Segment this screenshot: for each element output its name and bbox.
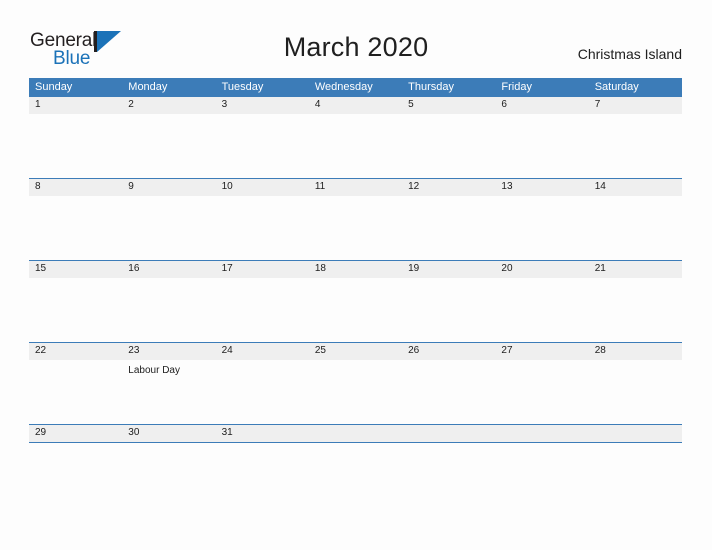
day-cell[interactable]: 24 [215, 342, 309, 425]
day-cell[interactable]: 4 [308, 97, 403, 179]
calendar-week-row: 1234567 [29, 97, 682, 179]
weekday-header-wednesday: Wednesday [308, 78, 403, 97]
day-cell[interactable]: 8 [29, 178, 123, 261]
calendar-week-row: 29 30 31 [29, 424, 682, 443]
day-cell[interactable]: 13 [495, 178, 589, 261]
day-cell[interactable]: 21 [588, 260, 682, 343]
day-cell[interactable]: 18 [308, 260, 403, 343]
day-cell[interactable]: 7 [588, 97, 682, 179]
day-cell[interactable]: 1 [29, 97, 123, 179]
day-cell[interactable]: 5 [402, 97, 496, 179]
day-cell-empty [402, 424, 496, 443]
day-cell[interactable]: 30 [122, 424, 216, 443]
day-cell[interactable]: 27 [495, 342, 589, 425]
day-number [495, 425, 589, 442]
region-label: Christmas Island [577, 46, 682, 62]
month-calendar-table: Sunday Monday Tuesday Wednesday Thursday… [29, 78, 682, 443]
weekday-header-sunday: Sunday [29, 78, 123, 97]
day-cell[interactable]: 3 [215, 97, 309, 179]
day-number: 17 [215, 261, 309, 278]
calendar-week-row: 15 16 17 18 19 20 21 [29, 260, 682, 343]
day-cell[interactable]: 2 [122, 97, 216, 179]
weekday-header-friday: Friday [495, 78, 589, 97]
day-cell[interactable]: 6 [495, 97, 589, 179]
day-cell[interactable]: 22 [29, 342, 123, 425]
day-number: 20 [495, 261, 589, 278]
day-cell-empty [495, 424, 589, 443]
day-cell[interactable]: 10 [215, 178, 309, 261]
page-header: General Blue March 2020 Christmas Island [0, 0, 712, 75]
day-cell[interactable]: 17 [215, 260, 309, 343]
day-number: 7 [588, 97, 682, 114]
day-cell[interactable]: 11 [308, 178, 403, 261]
day-number: 6 [495, 97, 589, 114]
weekday-header-tuesday: Tuesday [215, 78, 309, 97]
day-number: 13 [495, 179, 589, 196]
day-number: 21 [588, 261, 682, 278]
event-label: Labour Day [128, 365, 180, 376]
day-number: 15 [29, 261, 123, 278]
calendar-week-row: 22 23 Labour Day 24 25 26 27 28 [29, 342, 682, 425]
day-number: 2 [122, 97, 216, 114]
day-number: 26 [402, 343, 496, 360]
day-number: 24 [215, 343, 309, 360]
day-number: 8 [29, 179, 123, 196]
day-cell[interactable]: 12 [402, 178, 496, 261]
day-number: 3 [215, 97, 309, 114]
day-number: 30 [122, 425, 216, 442]
day-number: 22 [29, 343, 123, 360]
day-number [402, 425, 496, 442]
day-cell[interactable]: 29 [29, 424, 123, 443]
calendar-week-row: 8 9 10 11 12 13 14 [29, 178, 682, 261]
day-cell[interactable]: 9 [122, 178, 216, 261]
day-number: 27 [495, 343, 589, 360]
day-number: 14 [588, 179, 682, 196]
day-cell-empty [308, 424, 403, 443]
day-number: 23 [122, 343, 216, 360]
day-number [308, 425, 403, 442]
calendar-page: General Blue March 2020 Christmas Island… [0, 0, 712, 550]
day-number: 4 [308, 97, 403, 114]
day-cell[interactable]: 16 [122, 260, 216, 343]
day-number: 25 [308, 343, 403, 360]
day-number: 18 [308, 261, 403, 278]
day-cell[interactable]: 28 [588, 342, 682, 425]
calendar-body: 1 2 3 4 5 6 7 8 9 10 11 12 13 14 15 16 17 18 19 20 21 22 23 Lab… [29, 97, 682, 443]
day-cell[interactable]: 20 [495, 260, 589, 343]
day-number: 28 [588, 343, 682, 360]
weekday-header-thursday: Thursday [402, 78, 496, 97]
day-cell[interactable]: 25 [308, 342, 403, 425]
day-cell[interactable]: 19 [402, 260, 496, 343]
day-cell[interactable]: 15 [29, 260, 123, 343]
day-number: 19 [402, 261, 496, 278]
day-events: Labour Day [122, 360, 215, 377]
day-cell[interactable]: 14 [588, 178, 682, 261]
day-cell[interactable]: 31 [215, 424, 309, 443]
day-number: 31 [215, 425, 309, 442]
weekday-header-monday: Monday [122, 78, 216, 97]
day-cell-empty [588, 424, 682, 443]
day-number: 29 [29, 425, 123, 442]
day-number: 16 [122, 261, 216, 278]
day-number: 11 [308, 179, 403, 196]
day-number: 1 [29, 97, 123, 114]
weekday-header-saturday: Saturday [588, 78, 682, 97]
day-number: 5 [402, 97, 496, 114]
day-number: 9 [122, 179, 216, 196]
day-cell[interactable]: 23 Labour Day [122, 342, 216, 425]
calendar-header-row: Sunday Monday Tuesday Wednesday Thursday… [29, 78, 682, 97]
day-number: 12 [402, 179, 496, 196]
day-number: 10 [215, 179, 309, 196]
day-cell[interactable]: 26 [402, 342, 496, 425]
day-number [588, 425, 682, 442]
